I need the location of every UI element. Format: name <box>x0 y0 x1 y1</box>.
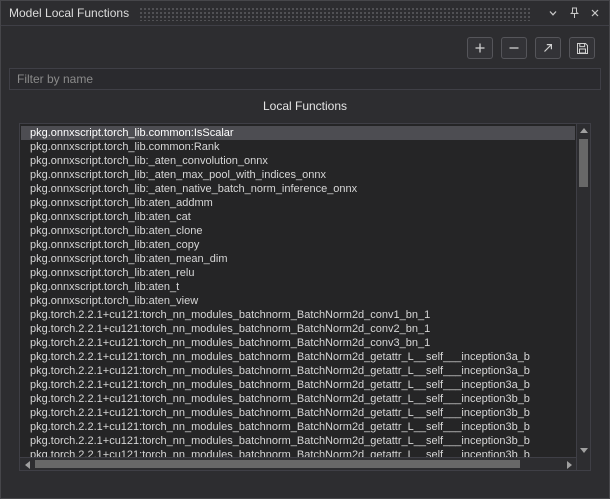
list-item-label: pkg.onnxscript.torch_lib:aten_copy <box>30 239 200 251</box>
model-local-functions-panel: Model Local Functions Filter by name Loc… <box>0 0 610 499</box>
list-item-label: pkg.onnxscript.torch_lib:_aten_max_pool_… <box>30 169 326 181</box>
list-item-label: pkg.onnxscript.torch_lib.common:Rank <box>30 141 220 153</box>
list-item[interactable]: pkg.onnxscript.torch_lib:aten_cat <box>21 210 575 224</box>
goto-function-button[interactable] <box>535 37 561 59</box>
list-item[interactable]: pkg.torch.2.2.1+cu121:torch_nn_modules_b… <box>21 350 575 364</box>
pin-button[interactable] <box>565 4 583 22</box>
window-menu-button[interactable] <box>544 4 562 22</box>
function-listbox: pkg.onnxscript.torch_lib.common:IsScalar… <box>19 123 591 471</box>
list-item-label: pkg.torch.2.2.1+cu121:torch_nn_modules_b… <box>30 421 530 433</box>
list-item-label: pkg.torch.2.2.1+cu121:torch_nn_modules_b… <box>30 365 530 377</box>
list-item-label: pkg.onnxscript.torch_lib:aten_addmm <box>30 197 213 209</box>
titlebar-drag-grip[interactable] <box>139 7 531 21</box>
list-item-label: pkg.torch.2.2.1+cu121:torch_nn_modules_b… <box>30 351 530 363</box>
arrow-up-right-icon <box>542 42 554 54</box>
scroll-right-button[interactable] <box>562 458 576 470</box>
list-item[interactable]: pkg.torch.2.2.1+cu121:torch_nn_modules_b… <box>21 392 575 406</box>
scrollbar-corner <box>576 457 590 470</box>
list-item-label: pkg.torch.2.2.1+cu121:torch_nn_modules_b… <box>30 337 431 349</box>
triangle-down-icon <box>580 448 588 453</box>
close-button[interactable] <box>586 4 604 22</box>
list-item[interactable]: pkg.torch.2.2.1+cu121:torch_nn_modules_b… <box>21 434 575 448</box>
filter-row <box>9 68 601 90</box>
list-item-label: pkg.onnxscript.torch_lib:_aten_native_ba… <box>30 183 358 195</box>
list-item-label: pkg.torch.2.2.1+cu121:torch_nn_modules_b… <box>30 435 530 447</box>
chevron-down-icon <box>548 8 558 18</box>
list-item[interactable]: pkg.torch.2.2.1+cu121:torch_nn_modules_b… <box>21 308 575 322</box>
minus-icon <box>508 42 520 54</box>
list-item-label: pkg.onnxscript.torch_lib:aten_cat <box>30 211 191 223</box>
remove-function-button[interactable] <box>501 37 527 59</box>
close-icon <box>590 8 600 18</box>
list-item[interactable]: pkg.torch.2.2.1+cu121:torch_nn_modules_b… <box>21 406 575 420</box>
scroll-left-button[interactable] <box>20 458 34 470</box>
list-item[interactable]: pkg.torch.2.2.1+cu121:torch_nn_modules_b… <box>21 378 575 392</box>
list-item[interactable]: pkg.onnxscript.torch_lib.common:Rank <box>21 140 575 154</box>
list-item-label: pkg.onnxscript.torch_lib:_aten_convoluti… <box>30 155 268 167</box>
list-item[interactable]: pkg.onnxscript.torch_lib:aten_copy <box>21 238 575 252</box>
list-item-label: pkg.torch.2.2.1+cu121:torch_nn_modules_b… <box>30 407 530 419</box>
function-list: pkg.onnxscript.torch_lib.common:IsScalar… <box>21 126 575 462</box>
list-item-label: pkg.torch.2.2.1+cu121:torch_nn_modules_b… <box>30 323 431 335</box>
scroll-down-button[interactable] <box>577 444 590 457</box>
add-function-button[interactable] <box>467 37 493 59</box>
horizontal-scroll-thumb[interactable] <box>35 460 520 468</box>
list-item-label: pkg.onnxscript.torch_lib:aten_clone <box>30 225 203 237</box>
vertical-scrollbar[interactable] <box>576 124 590 457</box>
list-item[interactable]: pkg.onnxscript.torch_lib.common:IsScalar <box>21 126 575 140</box>
plus-icon <box>474 42 486 54</box>
list-item[interactable]: pkg.torch.2.2.1+cu121:torch_nn_modules_b… <box>21 322 575 336</box>
save-icon <box>576 42 589 55</box>
list-item-label: pkg.onnxscript.torch_lib:aten_view <box>30 295 199 307</box>
panel-titlebar[interactable]: Model Local Functions <box>1 1 609 26</box>
list-item[interactable]: pkg.onnxscript.torch_lib:_aten_convoluti… <box>21 154 575 168</box>
list-item-label: pkg.onnxscript.torch_lib:aten_mean_dim <box>30 253 228 265</box>
filter-input[interactable] <box>9 68 601 90</box>
panel-title: Model Local Functions <box>9 6 130 20</box>
list-item[interactable]: pkg.onnxscript.torch_lib:aten_clone <box>21 224 575 238</box>
list-item-label: pkg.torch.2.2.1+cu121:torch_nn_modules_b… <box>30 393 530 405</box>
vertical-scroll-thumb[interactable] <box>579 139 588 187</box>
list-header: Local Functions <box>262 99 348 113</box>
list-item-label: pkg.onnxscript.torch_lib:aten_relu <box>30 267 195 279</box>
horizontal-scrollbar[interactable] <box>20 457 576 470</box>
list-item[interactable]: pkg.onnxscript.torch_lib:aten_mean_dim <box>21 252 575 266</box>
list-item-label: pkg.onnxscript.torch_lib.common:IsScalar <box>30 127 234 139</box>
list-item[interactable]: pkg.torch.2.2.1+cu121:torch_nn_modules_b… <box>21 364 575 378</box>
triangle-up-icon <box>580 128 588 133</box>
list-item[interactable]: pkg.torch.2.2.1+cu121:torch_nn_modules_b… <box>21 420 575 434</box>
list-item[interactable]: pkg.onnxscript.torch_lib:aten_view <box>21 294 575 308</box>
list-item[interactable]: pkg.onnxscript.torch_lib:aten_t <box>21 280 575 294</box>
list-item[interactable]: pkg.onnxscript.torch_lib:_aten_max_pool_… <box>21 168 575 182</box>
list-item-label: pkg.onnxscript.torch_lib:aten_t <box>30 281 180 293</box>
list-item-label: pkg.torch.2.2.1+cu121:torch_nn_modules_b… <box>30 379 530 391</box>
triangle-right-icon <box>566 460 572 469</box>
list-item-label: pkg.torch.2.2.1+cu121:torch_nn_modules_b… <box>30 309 431 321</box>
list-item[interactable]: pkg.onnxscript.torch_lib:aten_relu <box>21 266 575 280</box>
list-item[interactable]: pkg.onnxscript.torch_lib:_aten_native_ba… <box>21 182 575 196</box>
list-item[interactable]: pkg.onnxscript.torch_lib:aten_addmm <box>21 196 575 210</box>
save-function-button[interactable] <box>569 37 595 59</box>
triangle-left-icon <box>24 460 30 469</box>
list-item[interactable]: pkg.torch.2.2.1+cu121:torch_nn_modules_b… <box>21 336 575 350</box>
scroll-up-button[interactable] <box>577 124 590 137</box>
functions-toolbar <box>9 37 595 59</box>
pin-icon <box>569 7 580 19</box>
